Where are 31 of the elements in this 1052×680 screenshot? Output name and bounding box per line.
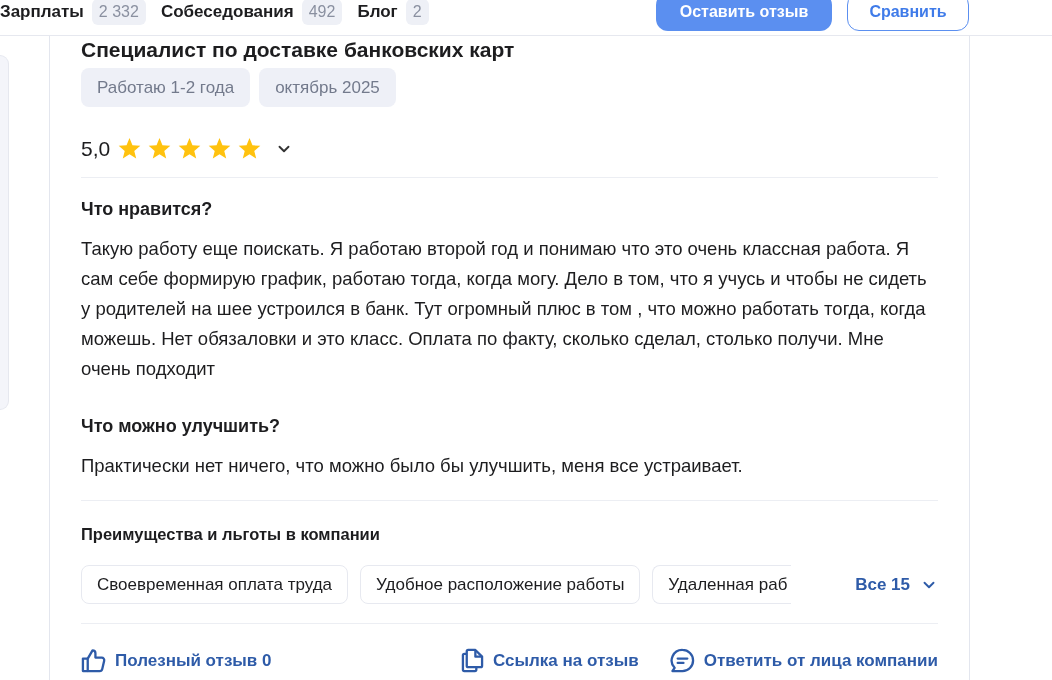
star-icon [178,138,202,160]
nav-tab[interactable]: Блог [357,1,398,23]
benefit-chip: Своевременная оплата труда [81,565,349,604]
section-heading: Что нравится? [81,198,214,221]
show-all-button[interactable]: Все 15 [855,571,938,598]
compare-button[interactable]: Сравнить [847,0,969,31]
star-icon [238,138,262,160]
nav-tab[interactable]: Собеседования [160,1,294,23]
copy-icon [461,648,485,674]
benefits-title: Преимущества и льготы в компании [81,524,381,545]
count-badge: 2 332 [91,0,146,25]
rating-value: 5,0 [81,136,111,163]
count-badge: 492 [301,0,343,25]
nav-tab[interactable]: Зарплаты [0,1,84,23]
section-heading: Что можно улучшить? [81,415,282,438]
review-text: Такую работу еще поискать. Я работаю второй год и понимаю что это очень классная работа. Я сам себе формирую график, работаю тогда, когда могу. Дело в том, что я учусь и чтобы не сидеть у родителей на шее устроился в банк. Тут огромный плюс в том , что можно работать тогда, когда можешь. Нет обязаловки и это класс. Оплата по факту, сколько сделал, столько получи. Мне очень подходит [81,237,928,381]
thumbs-up-icon [81,648,106,674]
tag-chip: октябрь 2025 [259,68,396,107]
star-icon [118,138,142,160]
tag-chip: Работаю 1-2 года [81,68,251,107]
review-link-button[interactable]: Ссылка на отзыв [461,648,639,674]
helpful-review-button[interactable]: Полезный отзыв 0 [81,648,272,674]
count-badge: 2 [405,0,429,25]
benefit-chip: Удобное расположение работы [360,565,641,604]
review-text: Практически нет ничего, что можно было бы улучшить, меня все устраивает. [81,454,744,478]
star-icon [148,138,172,160]
benefit-chip: Удаленная раб [652,565,792,604]
reply-button[interactable]: Ответить от лица компании [669,648,938,674]
position-title: Специалист по доставке банковских карт [81,37,516,63]
chat-bubble-icon [669,648,695,674]
star-icon [208,138,232,160]
